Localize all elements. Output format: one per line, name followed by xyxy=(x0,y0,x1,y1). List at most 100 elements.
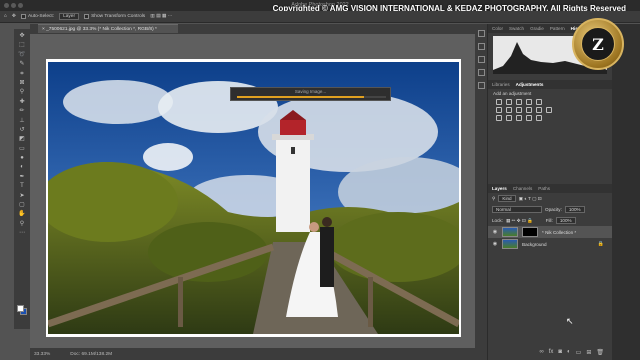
type-tool-icon[interactable]: T xyxy=(17,183,27,190)
layer-row-nik-collection[interactable]: ◉ * Nik Collection * xyxy=(488,226,612,238)
photo-filter-icon[interactable] xyxy=(536,107,542,113)
triangle-icon[interactable] xyxy=(536,99,542,105)
tab-libraries[interactable]: Libraries xyxy=(492,82,510,87)
auto-select-option[interactable]: Auto-Select: xyxy=(20,14,55,19)
hand-tool-icon[interactable]: ✋ xyxy=(17,211,27,218)
layer-name: Background xyxy=(522,241,547,247)
tab-swatch[interactable]: Swatch xyxy=(509,26,524,31)
transform-controls-label: Show Transform Controls xyxy=(91,14,146,19)
adjustment-icons-row-2 xyxy=(488,106,612,114)
eyedropper-tool-icon[interactable]: ⚲ xyxy=(17,89,27,96)
progress-fill xyxy=(237,96,364,98)
zoom-tool-icon[interactable]: ⚲ xyxy=(17,221,27,228)
layer-mask-thumbnail[interactable] xyxy=(522,227,538,237)
posterize-icon[interactable] xyxy=(506,115,512,121)
tab-adjustments[interactable]: Adjustments xyxy=(516,82,544,87)
home-icon[interactable]: ⌂ xyxy=(4,14,7,19)
new-layer-icon[interactable]: ⊞ xyxy=(586,349,591,356)
path-select-icon[interactable]: ➤ xyxy=(17,193,27,200)
history-brush-icon[interactable]: ↺ xyxy=(17,127,27,134)
history-panel-icon[interactable] xyxy=(477,30,485,37)
auto-select-label: Auto-Select: xyxy=(27,14,55,19)
color-balance-icon[interactable] xyxy=(516,107,522,113)
filter-icons[interactable]: ▣ ◐ T ▢ ⊡ xyxy=(519,196,542,202)
eye-icon[interactable]: ◉ xyxy=(492,241,498,247)
group-icon[interactable]: ▭ xyxy=(576,349,582,356)
dodge-tool-icon[interactable]: ◐ xyxy=(17,164,27,171)
zoom-window-icon[interactable] xyxy=(18,3,23,8)
frame-tool-icon[interactable]: ⊠ xyxy=(17,80,27,87)
character-panel-icon[interactable] xyxy=(477,69,485,76)
adjustment-layer-icon[interactable]: ◐ xyxy=(567,349,571,356)
gradient-tool-icon[interactable]: ▭ xyxy=(17,146,27,153)
align-icons[interactable]: ▥ ▤ ▦ ⋯ xyxy=(150,14,172,19)
tab-pattern[interactable]: Pattern xyxy=(550,26,565,31)
move-tool-icon[interactable]: ✥ xyxy=(17,33,27,40)
tab-gradie[interactable]: Gradie xyxy=(530,26,544,31)
kind-dropdown[interactable]: Kind xyxy=(498,195,516,202)
eraser-tool-icon[interactable]: ◩ xyxy=(17,136,27,143)
paragraph-panel-icon[interactable] xyxy=(477,82,485,89)
move-tool-icon[interactable]: ✥ xyxy=(12,14,16,19)
tab-channels[interactable]: Channels xyxy=(513,186,532,191)
mouse-cursor-icon: ↖ xyxy=(566,316,574,326)
crop-tool-icon[interactable]: ⌗ xyxy=(17,71,27,78)
trash-icon[interactable]: 🗑 xyxy=(596,349,604,356)
fx-icon[interactable]: fx xyxy=(549,349,554,356)
quick-select-tool-icon[interactable]: ✎ xyxy=(17,61,27,68)
lasso-tool-icon[interactable]: ➰ xyxy=(17,52,27,59)
foreground-color-swatch[interactable] xyxy=(17,305,24,312)
marquee-tool-icon[interactable]: ⬚ xyxy=(17,42,27,49)
brand-badge: Z xyxy=(572,18,624,70)
right-edge-strip xyxy=(612,24,640,360)
tab-paths[interactable]: Paths xyxy=(538,186,550,191)
channel-mixer-icon[interactable] xyxy=(546,107,552,113)
brush-panel-icon[interactable] xyxy=(477,56,485,63)
curves-icon[interactable] xyxy=(516,99,522,105)
properties-panel-icon[interactable] xyxy=(477,43,485,50)
transform-controls-checkbox[interactable] xyxy=(84,14,90,19)
auto-select-dropdown[interactable]: Layer xyxy=(59,13,80,20)
doc-size: Doc: 69.1M/138.2M xyxy=(70,351,113,357)
zoom-level[interactable]: 33.33% xyxy=(34,352,50,357)
tab-color[interactable]: Color xyxy=(492,26,503,31)
hue-saturation-icon[interactable] xyxy=(506,107,512,113)
badge-letter: Z xyxy=(581,27,615,61)
close-window-icon[interactable] xyxy=(4,3,9,8)
stamp-tool-icon[interactable]: ⊥ xyxy=(17,118,27,125)
layers-footer: ∞ fx ◙ ◐ ▭ ⊞ 🗑 xyxy=(488,349,612,356)
brush-tool-icon[interactable]: ✏ xyxy=(17,108,27,115)
tab-layers[interactable]: Layers xyxy=(492,186,507,191)
fill-field[interactable]: 100% xyxy=(555,217,576,224)
add-mask-icon[interactable]: ◙ xyxy=(558,349,562,356)
pen-tool-icon[interactable]: ✒ xyxy=(17,174,27,181)
lock-row: Lock: ▦ ✏ ✥ ⊡ 🔒 Fill: 100% xyxy=(488,215,612,226)
brightness-contrast-icon[interactable] xyxy=(496,99,502,105)
selective-color-icon[interactable] xyxy=(536,115,542,121)
layer-row-background[interactable]: ◉ Background 🔒 xyxy=(488,238,612,250)
link-icon[interactable]: ∞ xyxy=(539,349,543,356)
transform-controls-option[interactable]: Show Transform Controls xyxy=(84,14,145,19)
blend-mode-dropdown[interactable]: Normal xyxy=(492,206,542,213)
options-bar: ⌂ ✥ Auto-Select: Layer Show Transform Co… xyxy=(0,11,640,23)
black-white-icon[interactable] xyxy=(526,107,532,113)
opacity-field[interactable]: 100% xyxy=(564,206,585,213)
levels-icon[interactable] xyxy=(506,99,512,105)
healing-tool-icon[interactable]: ✚ xyxy=(17,99,27,106)
threshold-icon[interactable] xyxy=(516,115,522,121)
shape-tool-icon[interactable]: ▢ xyxy=(17,202,27,209)
blur-tool-icon[interactable]: ● xyxy=(17,155,27,162)
lock-icon: 🔒 xyxy=(597,241,604,247)
adjustment-icons-row-3 xyxy=(488,114,612,122)
vibrance-icon[interactable] xyxy=(496,107,502,113)
progress-label: Saving Image... xyxy=(294,89,327,94)
document-tab[interactable]: × _7500621.jpg @ 33.3% (* Nik Collection… xyxy=(38,24,178,33)
gradient-map-icon[interactable] xyxy=(526,115,532,121)
more-tools-icon[interactable]: ⋯ xyxy=(17,230,27,237)
auto-select-checkbox[interactable] xyxy=(20,14,26,19)
invert-icon[interactable] xyxy=(496,115,502,121)
minimize-window-icon[interactable] xyxy=(11,3,16,8)
eye-icon[interactable]: ◉ xyxy=(492,229,498,235)
lock-icons[interactable]: ▦ ✏ ✥ ⊡ 🔒 xyxy=(506,218,533,224)
exposure-icon[interactable] xyxy=(526,99,532,105)
